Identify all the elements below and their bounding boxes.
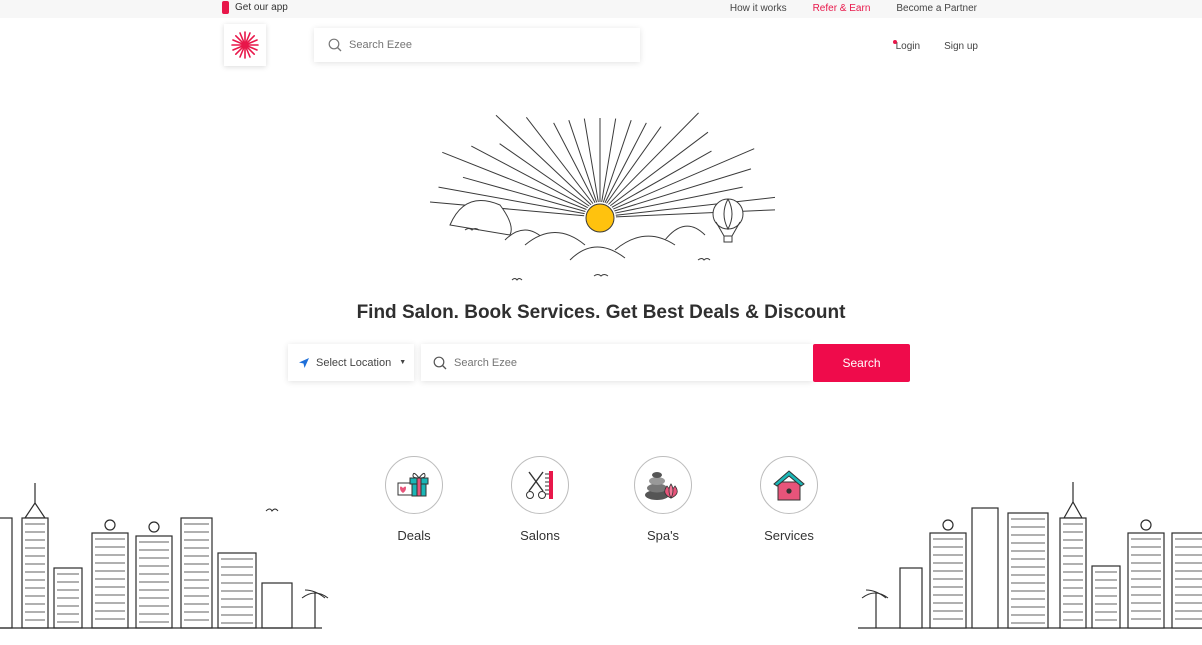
sun-ray (608, 112, 699, 205)
salons-label: Salons (520, 528, 560, 543)
top-bar: Get our app How it works Refer & Earn Be… (0, 0, 1202, 18)
services-label: Services (764, 528, 814, 543)
header-search-bar[interactable] (314, 28, 640, 62)
phone-icon (222, 1, 229, 14)
sun-ray (495, 114, 592, 206)
search-icon (328, 38, 342, 52)
deals-label: Deals (397, 528, 431, 543)
location-arrow-icon (299, 357, 309, 368)
sun-ray (609, 131, 709, 207)
login-dot-icon (892, 40, 897, 44)
refer-earn-link[interactable]: Refer & Earn (813, 3, 871, 14)
city-skyline-left (0, 483, 329, 629)
signup-link[interactable]: Sign up (944, 41, 978, 52)
header-search-input[interactable] (349, 39, 619, 51)
category-salons[interactable]: Salons (500, 456, 580, 543)
hero-headline: Find Salon. Book Services. Get Best Deal… (356, 302, 846, 323)
sun-ray (615, 209, 775, 218)
sun-ray (430, 201, 585, 217)
spas-icon-circle (634, 456, 692, 514)
sun-ray (583, 118, 599, 203)
sun-ray (601, 118, 617, 203)
login-link[interactable]: Login (892, 40, 921, 52)
main-search-row: Select Location ▼ Search (288, 344, 910, 382)
how-it-works-link[interactable]: How it works (730, 3, 787, 14)
login-label: Login (895, 41, 921, 52)
spas-label: Spa's (646, 528, 680, 543)
deals-icon-circle (385, 456, 443, 514)
house-icon (773, 470, 805, 501)
location-label: Select Location (316, 356, 392, 369)
services-icon-circle (760, 456, 818, 514)
logo[interactable] (224, 24, 266, 66)
caret-down-icon: ▼ (399, 359, 407, 366)
get-app-label: Get our app (235, 2, 288, 13)
top-links: How it works Refer & Earn Become a Partn… (730, 3, 977, 14)
main-search-input[interactable] (454, 356, 784, 369)
main-search-bar[interactable] (421, 344, 813, 381)
become-partner-link[interactable]: Become a Partner (896, 3, 977, 14)
logo-starburst-icon (231, 31, 259, 59)
location-select[interactable]: Select Location ▼ (288, 344, 414, 381)
sun-ray (615, 196, 775, 216)
category-deals[interactable]: Deals (374, 456, 454, 543)
hero-sun-illustration (430, 112, 775, 281)
category-services[interactable]: Services (749, 456, 829, 543)
salons-icon-circle (511, 456, 569, 514)
category-spas[interactable]: Spa's (623, 456, 703, 543)
city-skyline-right (858, 482, 1202, 629)
get-app-link[interactable]: Get our app (222, 1, 288, 14)
scissors-comb-icon (526, 471, 553, 499)
search-button[interactable]: Search (813, 344, 910, 382)
sun-ray (553, 122, 596, 204)
gift-icon (397, 472, 429, 497)
search-icon (433, 356, 447, 369)
spa-stones-icon (645, 472, 678, 500)
sun-ray (499, 143, 590, 207)
auth-links: Login Sign up (892, 40, 978, 52)
